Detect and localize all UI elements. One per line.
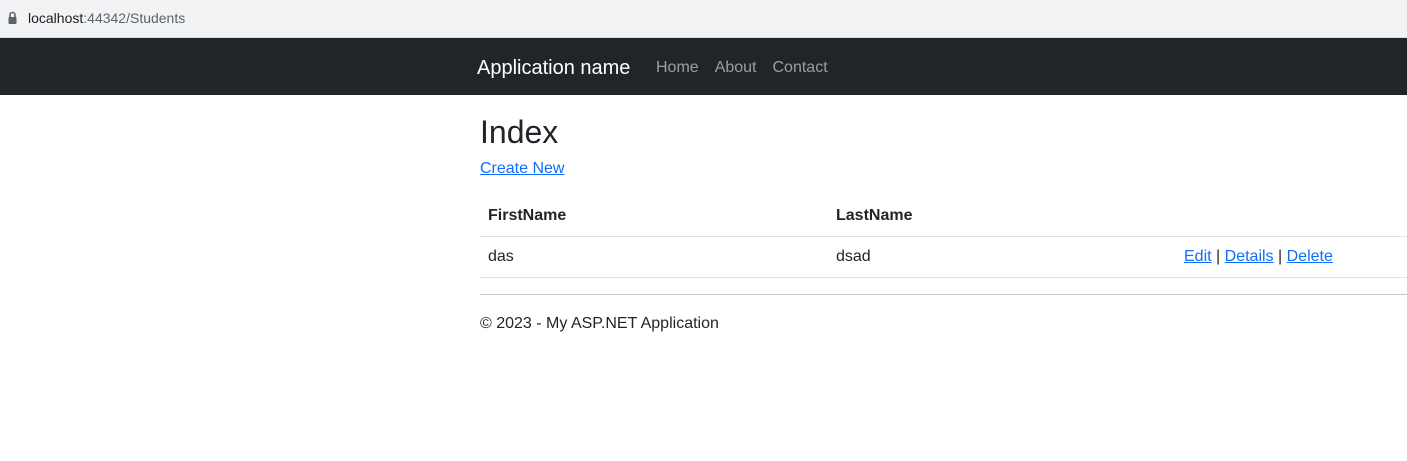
separator: | <box>1216 248 1221 265</box>
cell-lastname: dsad <box>828 236 1176 278</box>
nav-links: Home About Contact <box>656 58 828 78</box>
brand-link[interactable]: Application name <box>477 56 630 80</box>
header-lastname: LastName <box>828 196 1176 237</box>
url-host: localhost <box>28 10 84 26</box>
create-new-link[interactable]: Create New <box>480 159 564 179</box>
url-path: :44342/Students <box>83 10 186 26</box>
edit-link[interactable]: Edit <box>1184 248 1212 265</box>
students-table: FirstName LastName das dsad Edit | Detai… <box>480 196 1407 278</box>
nav-link-about[interactable]: About <box>715 58 757 78</box>
navbar: Application name Home About Contact <box>0 38 1407 95</box>
footer-text: © 2023 - My ASP.NET Application <box>480 315 719 332</box>
nav-link-home[interactable]: Home <box>656 58 699 78</box>
header-actions <box>1176 196 1407 237</box>
header-firstname: FirstName <box>480 196 828 237</box>
lock-icon <box>8 11 17 24</box>
table-header-row: FirstName LastName <box>480 196 1407 237</box>
cell-actions: Edit | Details | Delete <box>1176 236 1407 278</box>
page-title: Index <box>480 114 559 150</box>
details-link[interactable]: Details <box>1225 248 1274 265</box>
footer-divider <box>480 294 1407 295</box>
browser-address-bar[interactable]: localhost:44342/Students <box>0 0 1407 38</box>
delete-link[interactable]: Delete <box>1287 248 1333 265</box>
url-text[interactable]: localhost:44342/Students <box>28 9 185 27</box>
separator: | <box>1278 248 1283 265</box>
cell-firstname: das <box>480 236 828 278</box>
nav-link-contact[interactable]: Contact <box>773 58 828 78</box>
table-row: das dsad Edit | Details | Delete <box>480 236 1407 278</box>
